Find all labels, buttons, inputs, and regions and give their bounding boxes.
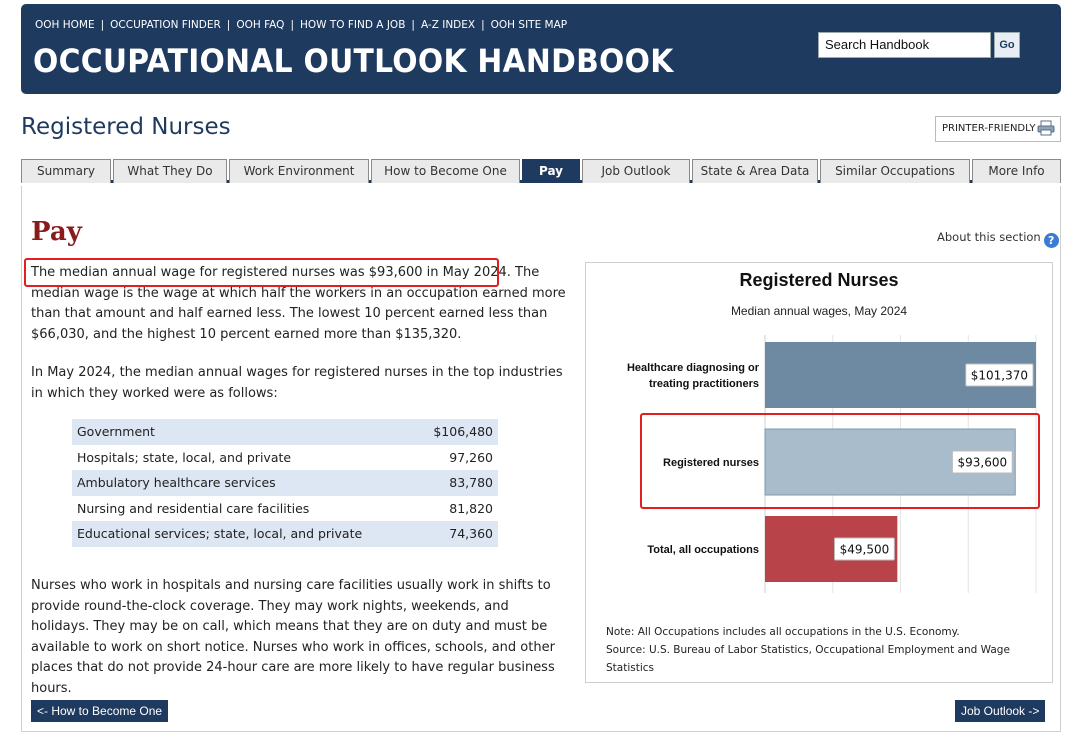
tab-more-info[interactable]: More Info [972,159,1061,183]
table-row: Ambulatory healthcare services 83,780 [72,470,498,496]
prev-section-button[interactable]: <- How to Become One [31,700,169,722]
nav-link-find-a-job[interactable]: HOW TO FIND A JOB [300,19,405,31]
paragraph-industries: In May 2024, the median annual wages for… [31,365,563,401]
industry-wage: 97,260 [449,449,493,465]
tab-how-to-become-one[interactable]: How to Become One [371,159,520,183]
industry-name: Educational services; state, local, and … [77,526,363,541]
printer-friendly-label: PRINTER-FRIENDLY [942,123,1036,134]
printer-icon [1037,120,1055,139]
chart-data-label: $101,370 [971,369,1028,383]
chart-source-text: Source: U.S. Bureau of Labor Statistics,… [606,644,1010,674]
chart-subtitle: Median annual wages, May 2024 [730,304,908,318]
industry-wage: 83,780 [449,475,493,490]
tab-similar-occupations[interactable]: Similar Occupations [820,159,970,183]
industry-wage-table: Government $106,480 Hospitals; state, loc… [72,419,498,547]
printer-friendly-button[interactable]: PRINTER-FRIENDLY [935,116,1061,142]
site-brand[interactable]: OCCUPATIONAL OUTLOOK HANDBOOK [33,42,674,80]
chart-title: Registered Nurses [739,270,899,290]
highlight-box [24,258,499,287]
top-nav: OOH HOME | OCCUPATION FINDER | OOH FAQ | HOW T… [35,19,567,31]
nav-separator: | [226,19,231,31]
table-row: Government $106,480 [72,419,498,445]
help-icon: ? [1043,233,1059,248]
table-row: Nursing and residential care facilities 8… [72,496,498,522]
tab-job-outlook[interactable]: Job Outlook [582,159,690,183]
industry-name: Government [77,424,155,439]
nav-separator: | [411,19,415,31]
tab-state-area-data[interactable]: State & Area Data [692,159,818,183]
industry-name: Nursing and residential care facilities [77,500,310,516]
tab-summary[interactable]: Summary [21,159,111,183]
page-title: Registered Nurses [21,114,231,140]
nav-link-az-index[interactable]: A-Z INDEX [421,19,475,31]
about-section-link[interactable]: About this section? [937,230,1059,248]
chart-category-label: Healthcare diagnosing or treating practit… [627,362,760,390]
search-go-button[interactable]: Go [994,32,1020,58]
chart-data-label: $49,500 [840,543,890,557]
chart-highlight-box [640,413,1040,509]
table-row: Educational services; state, local, and … [72,521,498,547]
chart-note-text: Note: All Occupations includes all occup… [606,626,960,638]
search-input[interactable]: Search Handbook [818,32,991,58]
nav-separator: | [290,19,294,31]
nav-link-ooh-home[interactable]: OOH HOME [35,19,95,31]
nav-link-site-map[interactable]: OOH SITE MAP [491,19,567,31]
industry-wage: 74,360 [449,526,493,541]
nav-link-occupation-finder[interactable]: OCCUPATION FINDER [110,19,221,31]
next-section-button[interactable]: Job Outlook -> [955,700,1046,722]
industry-name: Ambulatory healthcare services [77,475,276,490]
industry-name: Hospitals; state, local, and private [77,449,292,465]
nav-separator: | [100,19,105,31]
paragraph-work-schedules: Nurses who work in hospitals and nursing… [31,578,555,696]
table-row: Hospitals; state, local, and private 97,2… [72,445,498,471]
chart-note: Note: All Occupations includes all occup… [606,623,1046,677]
industry-wage: 81,820 [449,500,493,516]
tab-work-environment[interactable]: Work Environment [229,159,369,183]
section-tabs: Summary What They Do Work Environment Ho… [21,159,1061,183]
nav-link-ooh-faq[interactable]: OOH FAQ [236,19,284,31]
tab-what-they-do[interactable]: What They Do [113,159,227,183]
chart-category-label: Total, all occupations [647,544,759,556]
tab-pay[interactable]: Pay [522,159,580,183]
about-section-label: About this section [937,230,1041,244]
industry-wage: $106,480 [433,424,493,439]
nav-separator: | [481,19,485,31]
section-heading: Pay [31,217,82,247]
